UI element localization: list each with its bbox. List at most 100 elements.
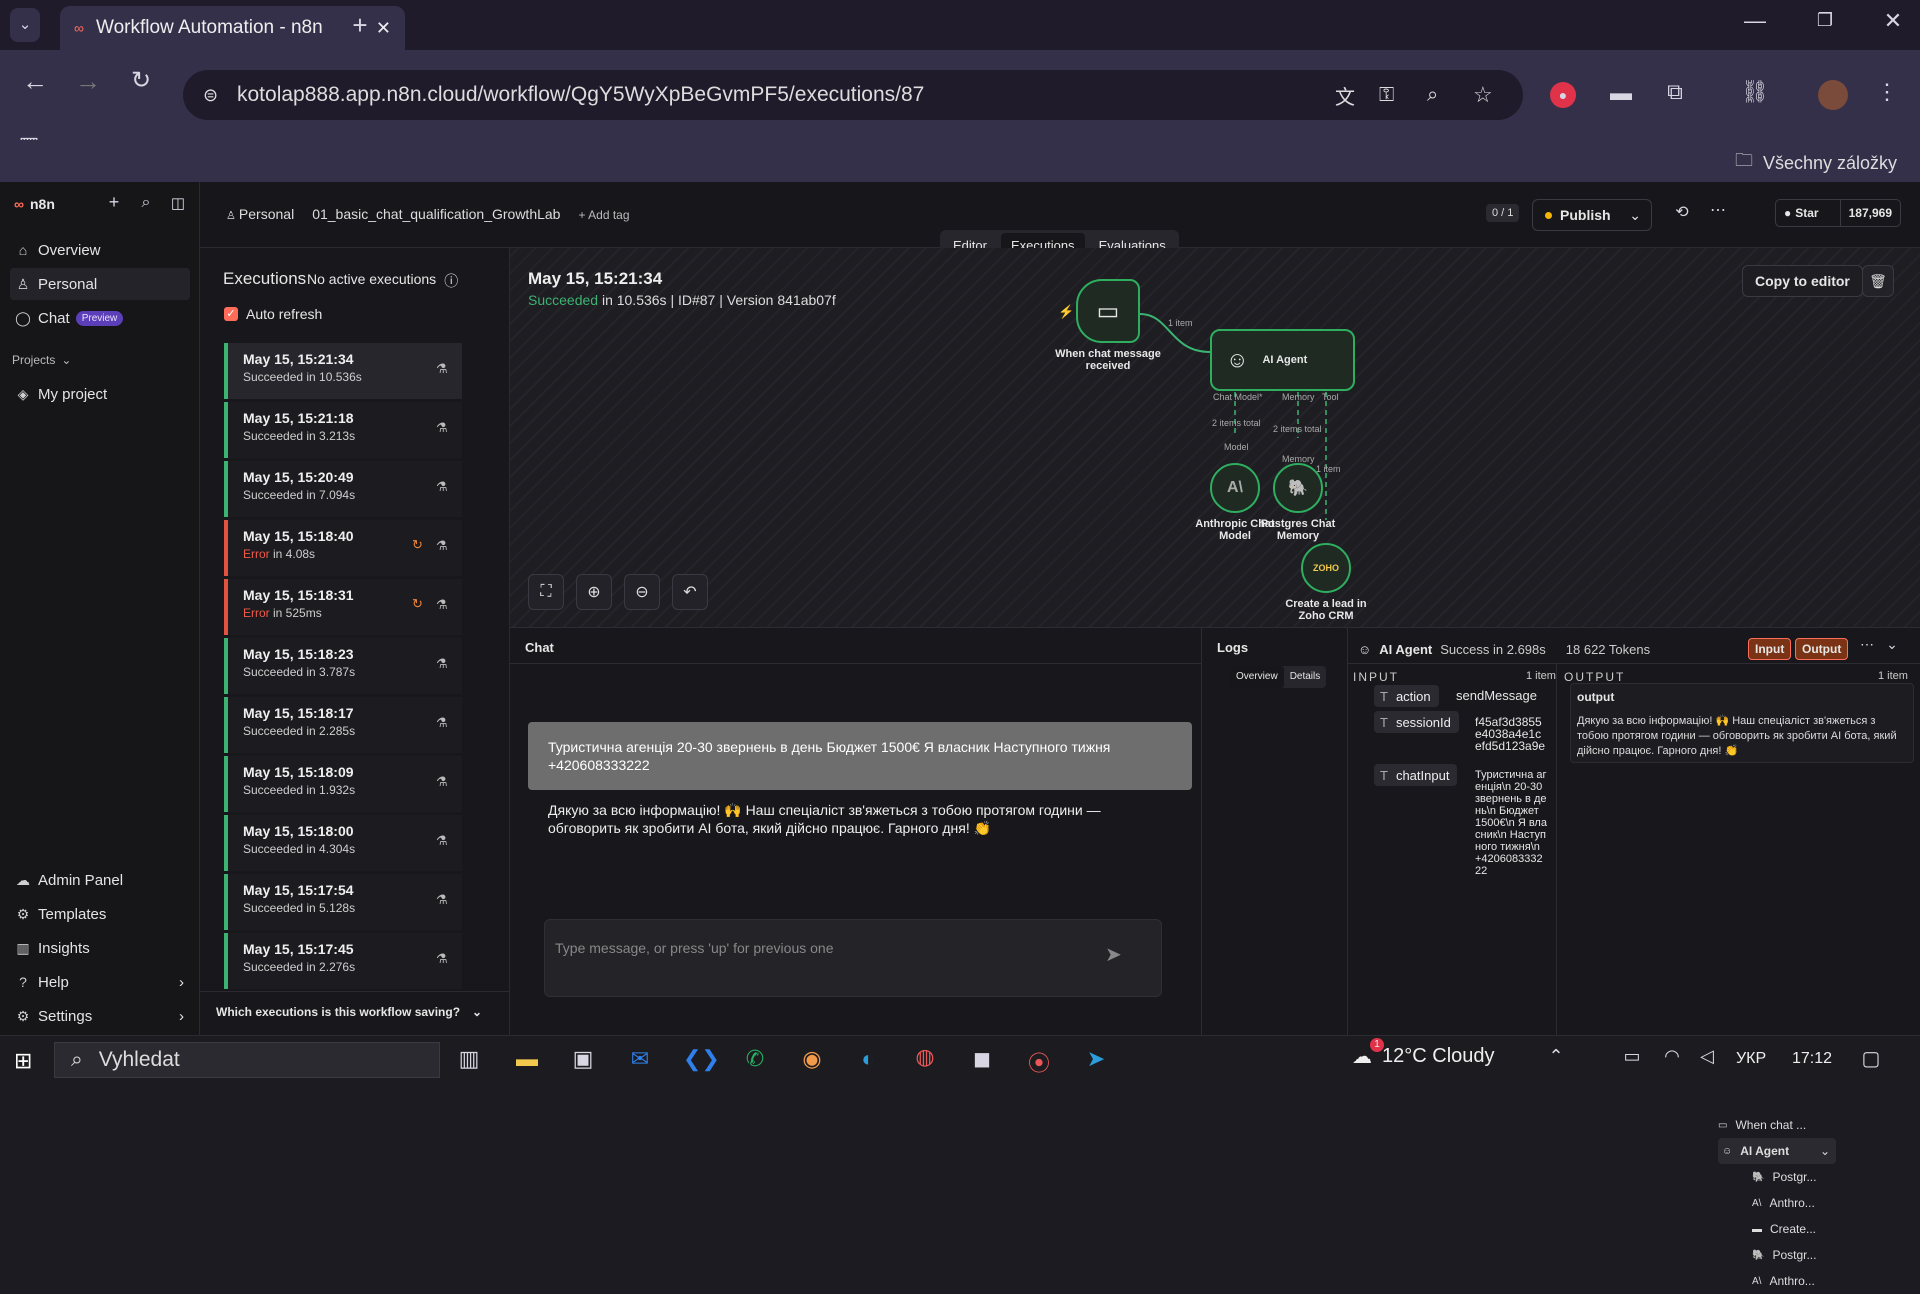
publish-button[interactable]: Publish ⌄ bbox=[1532, 199, 1652, 231]
edge-icon[interactable]: ◐ bbox=[853, 1046, 883, 1072]
language-indicator[interactable]: УКР bbox=[1736, 1050, 1766, 1068]
file-explorer-icon[interactable]: ▬ bbox=[512, 1046, 542, 1072]
sidebar-item-admin-panel[interactable]: ☁ Admin Panel bbox=[10, 864, 190, 896]
execution-item[interactable]: May 15, 15:21:18 Succeeded in 3.213s ⚗ bbox=[224, 402, 462, 458]
volume-icon[interactable]: ◁ bbox=[1695, 1046, 1719, 1067]
tray-chevron-icon[interactable]: ⌃ bbox=[1546, 1046, 1566, 1067]
extension-icon[interactable]: ▬ bbox=[1606, 80, 1636, 106]
retry-icon[interactable]: ↻ bbox=[412, 596, 423, 612]
projects-header[interactable]: Projects ⌄ bbox=[12, 353, 71, 367]
saving-settings-link[interactable]: Which executions is this workflow saving… bbox=[200, 991, 510, 1031]
key-icon[interactable]: ⚿ bbox=[1379, 84, 1394, 107]
sidebar-item-templates[interactable]: ⚙ Templates bbox=[10, 898, 190, 930]
flask-icon[interactable]: ⚗ bbox=[436, 892, 448, 908]
omnibox[interactable]: ⊜ kotolap888.app.n8n.cloud/workflow/QgY5… bbox=[183, 70, 1523, 120]
task-view-icon[interactable]: ▥ bbox=[454, 1046, 484, 1072]
sidebar-item-overview[interactable]: ⌂ Overview bbox=[10, 234, 190, 266]
chat-input[interactable]: Type message, or press 'up' for previous… bbox=[544, 919, 1162, 997]
overview-tab[interactable]: Overview bbox=[1230, 666, 1284, 688]
search-icon[interactable]: ⌕ bbox=[136, 194, 156, 212]
sidebar-item-insights[interactable]: ▥ Insights bbox=[10, 932, 190, 964]
restore-icon[interactable]: ❐ bbox=[1810, 10, 1840, 31]
mic-extension-icon[interactable]: ● bbox=[1550, 82, 1576, 108]
link-icon[interactable]: ⛓ bbox=[1740, 79, 1770, 105]
execution-item[interactable]: May 15, 15:18:23 Succeeded in 3.787s ⚗ bbox=[224, 638, 462, 694]
execution-item[interactable]: May 15, 15:17:45 Succeeded in 2.276s ⚗ bbox=[224, 933, 462, 989]
log-tree-item[interactable]: A\ Anthro... bbox=[1752, 1190, 1838, 1216]
chrome-icon[interactable]: ◍ bbox=[910, 1044, 940, 1070]
whatsapp-icon[interactable]: ✆ bbox=[740, 1046, 770, 1072]
puzzle-extensions-icon[interactable]: ⧉ bbox=[1660, 79, 1690, 105]
zoom-icon[interactable]: ⌕ bbox=[1427, 84, 1438, 107]
star-bookmark-icon[interactable]: ☆ bbox=[1473, 82, 1493, 108]
wifi-icon[interactable]: ◠ bbox=[1660, 1046, 1684, 1067]
log-tree-item[interactable]: ▭ When chat ... bbox=[1718, 1112, 1836, 1138]
node-postgres[interactable]: 🐘 bbox=[1273, 463, 1323, 513]
zoom-out-button[interactable]: ⊖ bbox=[624, 574, 660, 610]
outlook-icon[interactable]: ✉ bbox=[625, 1046, 655, 1072]
history-icon[interactable]: ⟲ bbox=[1670, 202, 1694, 222]
new-tab-icon[interactable]: + bbox=[345, 10, 375, 41]
node-zoho[interactable]: ZOHO bbox=[1301, 543, 1351, 593]
checkbox-checked-icon[interactable]: ✓ bbox=[224, 307, 238, 321]
close-window-icon[interactable]: ✕ bbox=[1878, 8, 1908, 34]
translate-icon[interactable]: 文 bbox=[1335, 81, 1355, 110]
more-options-icon[interactable]: ⋯ bbox=[1857, 636, 1877, 653]
flask-icon[interactable]: ⚗ bbox=[436, 597, 448, 613]
sidebar-item-my-project[interactable]: ◈ My project bbox=[10, 378, 190, 410]
minimize-icon[interactable]: — bbox=[1740, 8, 1770, 34]
flask-icon[interactable]: ⚗ bbox=[436, 951, 448, 967]
all-bookmarks-folder[interactable]: 🗀 Všechny záložky bbox=[1735, 148, 1897, 178]
node-ai-agent[interactable]: ☺ AI Agent bbox=[1210, 329, 1355, 391]
app-icon[interactable]: ◼ bbox=[967, 1046, 997, 1072]
sidebar-item-personal[interactable]: ♙ Personal bbox=[10, 268, 190, 300]
execution-item[interactable]: May 15, 15:18:31 ↻ Error in 525ms ⚗ bbox=[224, 579, 462, 635]
site-info-icon[interactable]: ⊜ bbox=[203, 85, 218, 106]
info-icon[interactable]: ⓘ bbox=[444, 271, 458, 291]
tab-search-button[interactable]: ⌄ bbox=[10, 8, 40, 42]
flask-icon[interactable]: ⚗ bbox=[436, 774, 448, 790]
workflow-name[interactable]: 01_basic_chat_qualification_GrowthLab bbox=[312, 206, 560, 222]
sidebar-item-chat[interactable]: ◯ Chat Preview bbox=[10, 302, 190, 334]
breadcrumb-personal[interactable]: ♙ Personal bbox=[226, 206, 294, 222]
add-tag-link[interactable]: + Add tag bbox=[578, 208, 629, 222]
chevron-down-icon[interactable]: ⌄ bbox=[1629, 207, 1641, 224]
log-tree-item[interactable]: ▬ Create... bbox=[1752, 1216, 1838, 1242]
sidebar-item-settings[interactable]: ⚙ Settings › bbox=[10, 1000, 190, 1032]
node-chat-trigger[interactable]: ▭ bbox=[1076, 279, 1140, 343]
input-toggle-button[interactable]: Input bbox=[1748, 638, 1792, 660]
taskbar-search[interactable]: ⌕ Vyhledat bbox=[54, 1042, 440, 1078]
auto-refresh-toggle[interactable]: ✓ Auto refresh bbox=[224, 306, 322, 322]
execution-item[interactable]: May 15, 15:21:34 Succeeded in 10.536s ⚗ bbox=[224, 343, 462, 399]
workflow-canvas[interactable]: May 15, 15:21:34 Succeeded in 10.536s | … bbox=[510, 248, 1920, 627]
reset-zoom-button[interactable]: ↶ bbox=[672, 574, 708, 610]
log-tree-item[interactable]: ☺ AI Agent ⌄ bbox=[1718, 1138, 1836, 1164]
more-options-icon[interactable]: ⋯ bbox=[1706, 200, 1730, 220]
store-icon[interactable]: ▣ bbox=[568, 1046, 598, 1072]
details-tab[interactable]: Details bbox=[1284, 666, 1327, 688]
log-tree-item[interactable]: 🐘 Postgr... bbox=[1752, 1242, 1838, 1268]
forward-icon[interactable]: → bbox=[73, 66, 103, 97]
start-windows-icon[interactable]: ⊞ bbox=[14, 1048, 32, 1074]
telegram-icon[interactable]: ➤ bbox=[1081, 1046, 1111, 1072]
execution-item[interactable]: May 15, 15:18:17 Succeeded in 2.285s ⚗ bbox=[224, 697, 462, 753]
execution-item[interactable]: May 15, 15:18:09 Succeeded in 1.932s ⚗ bbox=[224, 756, 462, 812]
reload-icon[interactable]: ↻ bbox=[126, 66, 156, 95]
execution-item[interactable]: May 15, 15:17:54 Succeeded in 5.128s ⚗ bbox=[224, 874, 462, 930]
flask-icon[interactable]: ⚗ bbox=[436, 715, 448, 731]
zoom-in-button[interactable]: ⊕ bbox=[576, 574, 612, 610]
fit-view-button[interactable]: ⛶ bbox=[528, 574, 564, 610]
execution-item[interactable]: May 15, 15:18:40 ↻ Error in 4.08s ⚗ bbox=[224, 520, 462, 576]
chevron-down-icon[interactable]: ⌄ bbox=[1820, 1144, 1830, 1158]
execution-item[interactable]: May 15, 15:18:00 Succeeded in 4.304s ⚗ bbox=[224, 815, 462, 871]
weather-widget[interactable]: ☁ 1 12°C Cloudy bbox=[1352, 1038, 1495, 1069]
flask-icon[interactable]: ⚗ bbox=[436, 361, 448, 377]
github-star-button[interactable]: ● Star 187,969 bbox=[1775, 199, 1901, 227]
flask-icon[interactable]: ⚗ bbox=[436, 420, 448, 436]
profile-avatar[interactable] bbox=[1818, 80, 1848, 110]
send-icon[interactable]: ➤ bbox=[1105, 942, 1122, 967]
sidebar-item-help[interactable]: ? Help › bbox=[10, 966, 190, 998]
record-icon[interactable]: ⦿ bbox=[1024, 1046, 1054, 1078]
node-anthropic[interactable]: A\ bbox=[1210, 463, 1260, 513]
log-tree-item[interactable]: A\ Anthro... bbox=[1752, 1268, 1838, 1294]
